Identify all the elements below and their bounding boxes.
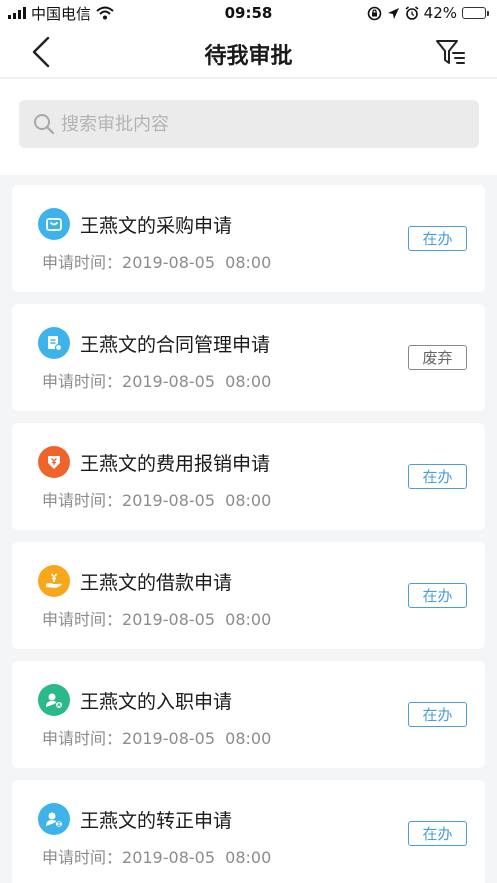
approval-card[interactable]: 王燕文的借款申请申请时间：2019-08-05 08:00 在办 bbox=[12, 542, 485, 649]
status-badge: 废弃 bbox=[408, 345, 467, 370]
status-badge: 在办 bbox=[408, 464, 467, 489]
time-value: 2019-08-05 08:00 bbox=[122, 253, 272, 272]
search-input[interactable] bbox=[61, 113, 441, 135]
approval-card[interactable]: 王燕文的采购申请申请时间：2019-08-05 08:00 在办 bbox=[12, 185, 485, 292]
approval-card[interactable]: 王燕文的入职申请申请时间：2019-08-05 08:00 在办 bbox=[12, 661, 485, 768]
status-badge: 在办 bbox=[408, 821, 467, 846]
card-title: 王燕文的借款申请 bbox=[80, 572, 233, 594]
card-title: 王燕文的费用报销申请 bbox=[80, 453, 271, 475]
regularization-icon bbox=[38, 803, 70, 835]
nav-bar: 待我审批 bbox=[0, 26, 497, 78]
approval-card[interactable]: 王燕文的合同管理申请申请时间：2019-08-05 08:00 废弃 bbox=[12, 304, 485, 411]
time-label: 申请时间： bbox=[42, 253, 123, 272]
page-title: 待我审批 bbox=[204, 44, 293, 69]
time-value: 2019-08-05 08:00 bbox=[122, 491, 272, 510]
alarm-icon bbox=[405, 6, 419, 20]
location-icon bbox=[387, 7, 399, 19]
card-time: 申请时间：2019-08-05 08:00 bbox=[42, 844, 271, 868]
card-time: 申请时间：2019-08-05 08:00 bbox=[42, 606, 271, 630]
contract-icon bbox=[38, 327, 70, 359]
card-time: 申请时间：2019-08-05 08:00 bbox=[42, 249, 271, 273]
filter-button[interactable] bbox=[435, 38, 467, 68]
time-value: 2019-08-05 08:00 bbox=[122, 372, 272, 391]
time-value: 2019-08-05 08:00 bbox=[122, 729, 272, 748]
loan-icon bbox=[38, 565, 70, 597]
status-badge: 在办 bbox=[408, 583, 467, 608]
approval-card[interactable]: 王燕文的费用报销申请申请时间：2019-08-05 08:00 在办 bbox=[12, 423, 485, 530]
status-bar: 中国电信 09:58 42% bbox=[0, 0, 497, 26]
time-label: 申请时间： bbox=[42, 848, 123, 867]
card-title: 王燕文的合同管理申请 bbox=[80, 334, 271, 356]
time-value: 2019-08-05 08:00 bbox=[122, 848, 272, 867]
time-value: 2019-08-05 08:00 bbox=[122, 610, 272, 629]
status-right: 42% bbox=[367, 4, 489, 22]
filter-icon bbox=[436, 40, 465, 64]
card-time: 申请时间：2019-08-05 08:00 bbox=[42, 725, 271, 749]
battery-icon bbox=[462, 7, 489, 19]
time-label: 申请时间： bbox=[42, 610, 123, 629]
search-bar[interactable] bbox=[19, 100, 479, 148]
expense-icon bbox=[38, 446, 70, 478]
approval-card[interactable]: 王燕文的转正申请申请时间：2019-08-05 08:00 在办 bbox=[12, 780, 485, 883]
shopping-bag-icon bbox=[38, 208, 70, 240]
screen-lock-icon bbox=[367, 6, 381, 20]
time-label: 申请时间： bbox=[42, 372, 123, 391]
search-icon bbox=[34, 114, 55, 135]
battery-percent: 42% bbox=[423, 4, 457, 22]
card-title: 王燕文的入职申请 bbox=[80, 691, 233, 713]
time-label: 申请时间： bbox=[42, 491, 123, 510]
search-section bbox=[0, 79, 497, 175]
time-label: 申请时间： bbox=[42, 729, 123, 748]
card-time: 申请时间：2019-08-05 08:00 bbox=[42, 487, 271, 511]
carrier-label: 中国电信 bbox=[31, 4, 92, 23]
status-badge: 在办 bbox=[408, 226, 467, 251]
card-time: 申请时间：2019-08-05 08:00 bbox=[42, 368, 271, 392]
signal-icon bbox=[8, 7, 26, 19]
card-title: 王燕文的采购申请 bbox=[80, 215, 233, 237]
wifi-icon bbox=[96, 6, 114, 20]
status-badge: 在办 bbox=[408, 702, 467, 727]
status-left: 中国电信 bbox=[8, 3, 114, 24]
onboarding-icon bbox=[38, 684, 70, 716]
card-title: 王燕文的转正申请 bbox=[80, 810, 233, 832]
